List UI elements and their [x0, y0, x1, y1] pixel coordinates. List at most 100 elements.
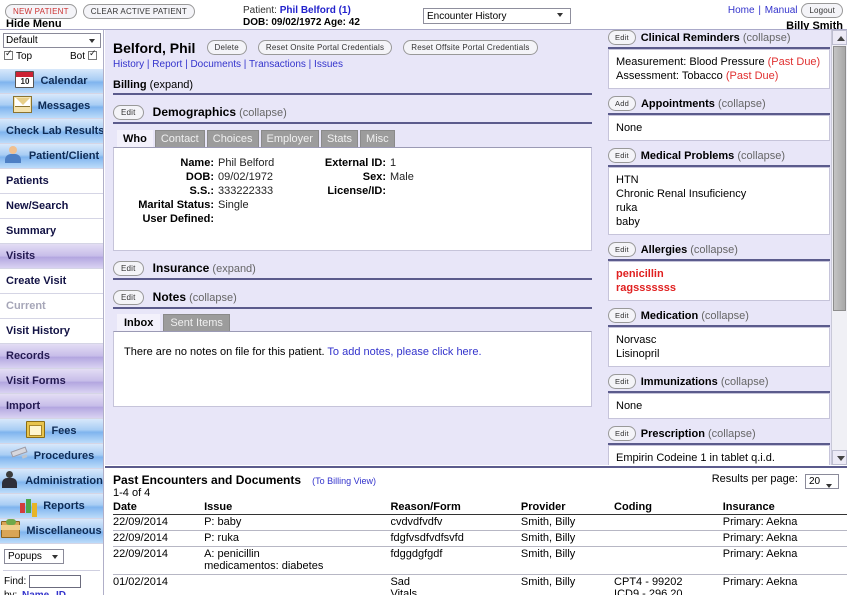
chevron-down-icon — [837, 456, 845, 461]
column-header-issue[interactable]: Issue — [204, 501, 391, 515]
active-patient-name-link[interactable]: Phil Belford (1) — [280, 5, 351, 16]
insurance-edit-button[interactable]: Edit — [113, 261, 144, 276]
sidebar-item-fees[interactable]: Fees — [0, 419, 103, 444]
table-row[interactable]: 22/09/2014 A: penicillin medicamentos: di… — [113, 546, 847, 575]
tab-who[interactable]: Who — [117, 130, 153, 147]
tab-choices[interactable]: Choices — [206, 130, 259, 147]
find-by-name-link[interactable]: Name — [22, 590, 56, 595]
immunizations-edit-button[interactable]: Edit — [608, 374, 636, 389]
sidebar-item-administration[interactable]: Administration — [0, 469, 103, 494]
tab-employer[interactable]: Employer — [260, 130, 319, 147]
table-row[interactable]: 22/09/2014 P: ruka fdgfvsdfvdfsvfd Smith, B… — [113, 530, 847, 547]
sidebar-item-records[interactable]: Records — [0, 344, 103, 369]
bot-checkbox[interactable] — [88, 48, 97, 60]
delete-button[interactable]: Delete — [206, 40, 247, 55]
sidebar-item-patients[interactable]: Patients — [0, 169, 103, 194]
tab-stats[interactable]: Stats — [320, 130, 359, 147]
sidebar-item-reports[interactable]: Reports — [0, 494, 103, 519]
cell-date: 01/02/2014 — [113, 574, 205, 595]
panel-state-medical-problems[interactable]: (collapse) — [737, 150, 785, 162]
sidebar-item-create-visit[interactable]: Create Visit — [0, 269, 103, 294]
clinical-reminders-edit-button[interactable]: Edit — [608, 30, 636, 45]
notes-state[interactable]: (collapse) — [189, 292, 237, 304]
reset-offsite-portal-credentials-button[interactable]: Reset Offsite Portal Credentials — [403, 40, 538, 55]
manual-link[interactable]: Manual — [765, 5, 798, 16]
column-header-provider[interactable]: Provider — [520, 501, 615, 515]
theme-select[interactable]: Default — [3, 33, 101, 48]
insurance-state[interactable]: (expand) — [212, 263, 255, 275]
medication-edit-button[interactable]: Edit — [608, 308, 636, 323]
home-link[interactable]: Home — [728, 5, 755, 16]
top-toggle[interactable]: Top — [4, 48, 32, 62]
table-row[interactable]: 01/02/2014 Sad Vitals SOAPSmith, BillyCPT… — [113, 574, 847, 595]
sidebar-item-visit-history[interactable]: Visit History — [0, 319, 103, 344]
panel-state-clinical-reminders[interactable]: (collapse) — [743, 32, 791, 44]
billing-state[interactable]: (expand) — [150, 79, 193, 91]
demographics-state[interactable]: (collapse) — [239, 107, 287, 119]
sidebar-item-patient-client[interactable]: Patient/Client — [0, 144, 103, 169]
sidebar-item-miscellaneous[interactable]: Miscellaneous — [0, 519, 103, 544]
bot-toggle[interactable]: Bot — [70, 48, 97, 62]
sidebar-item-messages[interactable]: Messages — [0, 94, 103, 119]
scrollbar-thumb[interactable] — [833, 46, 846, 311]
column-header-coding[interactable]: Coding — [614, 501, 723, 515]
cell-issue: P: ruka — [204, 530, 391, 547]
hide-menu-button[interactable]: Hide Menu — [6, 18, 62, 30]
scroll-up-button[interactable] — [832, 30, 847, 45]
demographics-edit-button[interactable]: Edit — [113, 105, 144, 120]
column-header-insurance[interactable]: Insurance — [722, 501, 847, 515]
panel-state-prescription[interactable]: (collapse) — [708, 428, 756, 440]
allergies-edit-button[interactable]: Edit — [608, 242, 636, 257]
panel-state-allergies[interactable]: (collapse) — [690, 244, 738, 256]
cell-insurance: Primary: Aekna — [722, 574, 847, 595]
sidebar-item-check-lab-results[interactable]: Check Lab Results — [0, 119, 103, 144]
issues-link[interactable]: Issues — [314, 59, 343, 70]
prescription-edit-button[interactable]: Edit — [608, 426, 636, 441]
list-item-text: Assessment: Tobacco — [616, 70, 723, 82]
tab-sent-items[interactable]: Sent Items — [163, 314, 230, 331]
field-user-defined-label: User Defined: — [142, 213, 214, 225]
encounter-history-select[interactable]: Encounter History — [423, 8, 571, 24]
add-notes-link[interactable]: To add notes, please click here. — [327, 346, 481, 358]
sidebar-item-procedures[interactable]: Procedures — [0, 444, 103, 469]
cell-provider: Smith, Billy — [520, 574, 615, 595]
column-header-reason-form[interactable]: Reason/Form — [390, 501, 521, 515]
top-checkbox[interactable] — [4, 48, 13, 60]
notes-edit-button[interactable]: Edit — [113, 290, 144, 305]
panel-state-immunizations[interactable]: (collapse) — [721, 376, 769, 388]
panel-title-medication: Medication — [640, 310, 699, 322]
fees-icon — [26, 421, 46, 438]
documents-link[interactable]: Documents — [190, 59, 241, 70]
sidebar-item-summary[interactable]: Summary — [0, 219, 103, 244]
sidebar-item-new-search[interactable]: New/Search — [0, 194, 103, 219]
report-link[interactable]: Report — [152, 59, 182, 70]
new-patient-button[interactable]: NEW PATIENT — [5, 4, 77, 19]
to-billing-view-link[interactable]: (To Billing View) — [312, 476, 376, 486]
popups-select[interactable]: Popups — [4, 549, 64, 564]
clear-active-patient-button[interactable]: CLEAR ACTIVE PATIENT — [82, 4, 195, 19]
tab-misc[interactable]: Misc — [360, 130, 395, 147]
tab-contact[interactable]: Contact — [154, 130, 205, 147]
table-row[interactable]: 22/09/2014 P: baby cvdvdfvdfv Smith, Billy P… — [113, 514, 847, 531]
medical-problems-edit-button[interactable]: Edit — [608, 148, 636, 163]
sidebar-item-import[interactable]: Import — [0, 394, 103, 419]
appointments-add-button[interactable]: Add — [608, 96, 636, 111]
billing-section-header[interactable]: Billing (expand) — [113, 79, 592, 95]
logout-button[interactable]: Logout — [801, 3, 843, 18]
field-name: Name: Phil Belford — [124, 156, 304, 170]
panel-state-appointments[interactable]: (collapse) — [718, 98, 766, 110]
sidebar-item-calendar[interactable]: Calendar — [0, 69, 103, 94]
main-vertical-scrollbar[interactable] — [831, 30, 847, 465]
find-by-id-link[interactable]: ID — [56, 590, 90, 595]
sidebar-item-visits[interactable]: Visits — [0, 244, 103, 269]
sidebar-item-visit-forms[interactable]: Visit Forms — [0, 369, 103, 394]
column-header-date[interactable]: Date — [113, 501, 205, 515]
find-input[interactable] — [29, 575, 82, 588]
history-link[interactable]: History — [113, 59, 144, 70]
reset-onsite-portal-credentials-button[interactable]: Reset Onsite Portal Credentials — [257, 40, 393, 55]
tab-inbox[interactable]: Inbox — [117, 314, 161, 331]
scroll-down-button[interactable] — [832, 450, 847, 465]
results-per-page-select[interactable]: 20 — [805, 474, 839, 489]
panel-state-medication[interactable]: (collapse) — [701, 310, 749, 322]
transactions-link[interactable]: Transactions — [249, 59, 306, 70]
